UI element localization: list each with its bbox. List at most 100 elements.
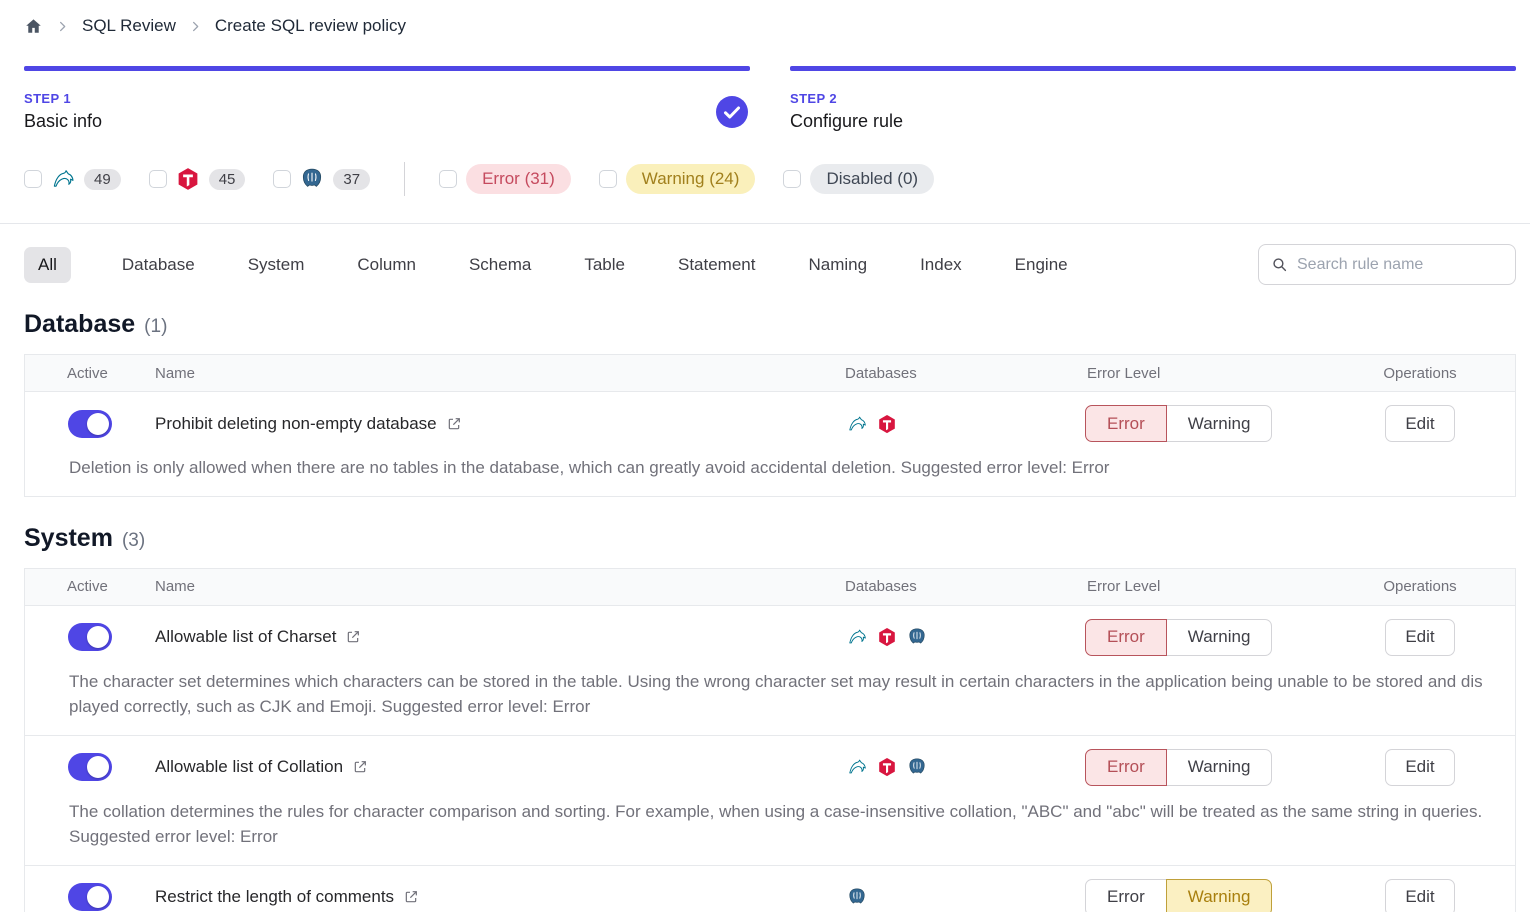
step-1: STEP 1 Basic info <box>24 66 750 132</box>
step-2-label: STEP 2 <box>790 91 903 106</box>
disabled-count-pill: Disabled (0) <box>810 164 934 194</box>
step-2: STEP 2 Configure rule <box>790 66 1516 132</box>
warning-checkbox[interactable] <box>599 170 617 188</box>
warning-count-pill: Warning (24) <box>626 164 756 194</box>
external-link-icon[interactable] <box>446 416 462 432</box>
table-header-row: Active Name Databases Error Level Operat… <box>25 569 1515 606</box>
tidb-count-badge: 45 <box>209 169 246 190</box>
rule-name: Prohibit deleting non-empty database <box>155 414 437 434</box>
section-divider <box>0 223 1530 224</box>
system-rules-table: Active Name Databases Error Level Operat… <box>24 568 1516 912</box>
tidb-checkbox[interactable] <box>149 170 167 188</box>
column-header-name: Name <box>155 578 835 595</box>
tab-schema[interactable]: Schema <box>467 247 533 283</box>
mysql-icon <box>847 757 867 777</box>
error-level-error-button[interactable]: Error <box>1085 879 1167 912</box>
filter-disabled: Disabled (0) <box>783 164 934 194</box>
error-level-warning-button[interactable]: Warning <box>1166 405 1273 442</box>
section-title: Database <box>24 310 135 339</box>
column-header-active: Active <box>25 365 155 382</box>
error-level-error-button[interactable]: Error <box>1085 749 1167 786</box>
stepper: STEP 1 Basic info STEP 2 Configure rule <box>24 66 1516 132</box>
mysql-icon <box>51 167 75 191</box>
section-count: (3) <box>122 530 145 552</box>
error-checkbox[interactable] <box>439 170 457 188</box>
tab-statement[interactable]: Statement <box>676 247 758 283</box>
filter-divider <box>404 162 405 196</box>
error-level-segmented-control: Error Warning <box>1085 749 1272 786</box>
error-level-segmented-control: Error Warning <box>1085 405 1272 442</box>
breadcrumb-sql-review[interactable]: SQL Review <box>82 16 176 36</box>
tab-system[interactable]: System <box>246 247 307 283</box>
rule-restrict-the-length-of-comments: Restrict the length of comments Error Wa… <box>25 865 1515 912</box>
error-level-error-button[interactable]: Error <box>1085 619 1167 656</box>
rule-description: The collation determines the rules for c… <box>25 799 1515 865</box>
column-header-active: Active <box>25 578 155 595</box>
filter-bar: 49 45 37 Error (31) Warning (24) Disable… <box>24 162 1516 196</box>
error-level-error-button[interactable]: Error <box>1085 405 1167 442</box>
rule-name: Allowable list of Charset <box>155 627 336 647</box>
tab-all[interactable]: All <box>24 247 71 283</box>
rule-allowable-list-of-collation: Allowable list of Collation Error Warnin… <box>25 735 1515 865</box>
error-level-warning-button[interactable]: Warning <box>1166 619 1273 656</box>
edit-button[interactable]: Edit <box>1385 879 1454 912</box>
edit-button[interactable]: Edit <box>1385 619 1454 656</box>
filter-error: Error (31) <box>439 164 571 194</box>
chevron-right-icon <box>55 19 70 34</box>
error-level-warning-button[interactable]: Warning <box>1166 749 1273 786</box>
rule-name: Restrict the length of comments <box>155 887 394 907</box>
rule-active-toggle[interactable] <box>68 623 112 651</box>
error-level-warning-button[interactable]: Warning <box>1166 879 1273 912</box>
error-count-pill: Error (31) <box>466 164 571 194</box>
mysql-icon <box>847 414 867 434</box>
rule-active-toggle[interactable] <box>68 753 112 781</box>
category-tab-bar: All Database System Column Schema Table … <box>24 244 1516 286</box>
column-header-databases: Databases <box>835 365 1065 382</box>
tab-naming[interactable]: Naming <box>806 247 869 283</box>
column-header-name: Name <box>155 365 835 382</box>
section-title: System <box>24 524 113 553</box>
mysql-icon <box>847 627 867 647</box>
step-1-title: Basic info <box>24 111 102 132</box>
breadcrumb-create-policy: Create SQL review policy <box>215 16 406 36</box>
edit-button[interactable]: Edit <box>1385 749 1454 786</box>
filter-warning: Warning (24) <box>599 164 756 194</box>
tab-engine[interactable]: Engine <box>1013 247 1070 283</box>
postgresql-icon <box>907 627 927 647</box>
tidb-icon <box>877 627 897 647</box>
tab-column[interactable]: Column <box>355 247 418 283</box>
table-header-row: Active Name Databases Error Level Operat… <box>25 355 1515 392</box>
step-2-title: Configure rule <box>790 111 903 132</box>
external-link-icon[interactable] <box>345 629 361 645</box>
search-rule-input[interactable] <box>1297 256 1503 274</box>
tab-database[interactable]: Database <box>120 247 197 283</box>
disabled-checkbox[interactable] <box>783 170 801 188</box>
create-sql-review-policy-page: SQL Review Create SQL review policy STEP… <box>0 0 1530 912</box>
external-link-icon[interactable] <box>403 889 419 905</box>
rule-prohibit-deleting-non-empty-database: Prohibit deleting non-empty database Err… <box>25 392 1515 496</box>
postgresql-icon <box>300 167 324 191</box>
database-section-heading: Database (1) <box>24 310 1516 339</box>
tidb-icon <box>877 414 897 434</box>
edit-button[interactable]: Edit <box>1385 405 1454 442</box>
column-header-error-level: Error Level <box>1065 578 1325 595</box>
tab-table[interactable]: Table <box>582 247 627 283</box>
rule-active-toggle[interactable] <box>68 883 112 911</box>
mysql-checkbox[interactable] <box>24 170 42 188</box>
search-rule-box <box>1258 244 1516 285</box>
chevron-right-icon <box>188 19 203 34</box>
rule-active-toggle[interactable] <box>68 410 112 438</box>
postgresql-checkbox[interactable] <box>273 170 291 188</box>
section-count: (1) <box>144 316 167 338</box>
column-header-operations: Operations <box>1325 578 1515 595</box>
rule-allowable-list-of-charset: Allowable list of Charset Error Warning … <box>25 606 1515 735</box>
database-rules-table: Active Name Databases Error Level Operat… <box>24 354 1516 497</box>
system-section-heading: System (3) <box>24 524 1516 553</box>
tidb-icon <box>877 757 897 777</box>
step-complete-check-icon <box>716 96 748 128</box>
tab-index[interactable]: Index <box>918 247 964 283</box>
external-link-icon[interactable] <box>352 759 368 775</box>
postgresql-icon <box>907 757 927 777</box>
tidb-icon <box>176 167 200 191</box>
home-icon[interactable] <box>24 17 43 36</box>
